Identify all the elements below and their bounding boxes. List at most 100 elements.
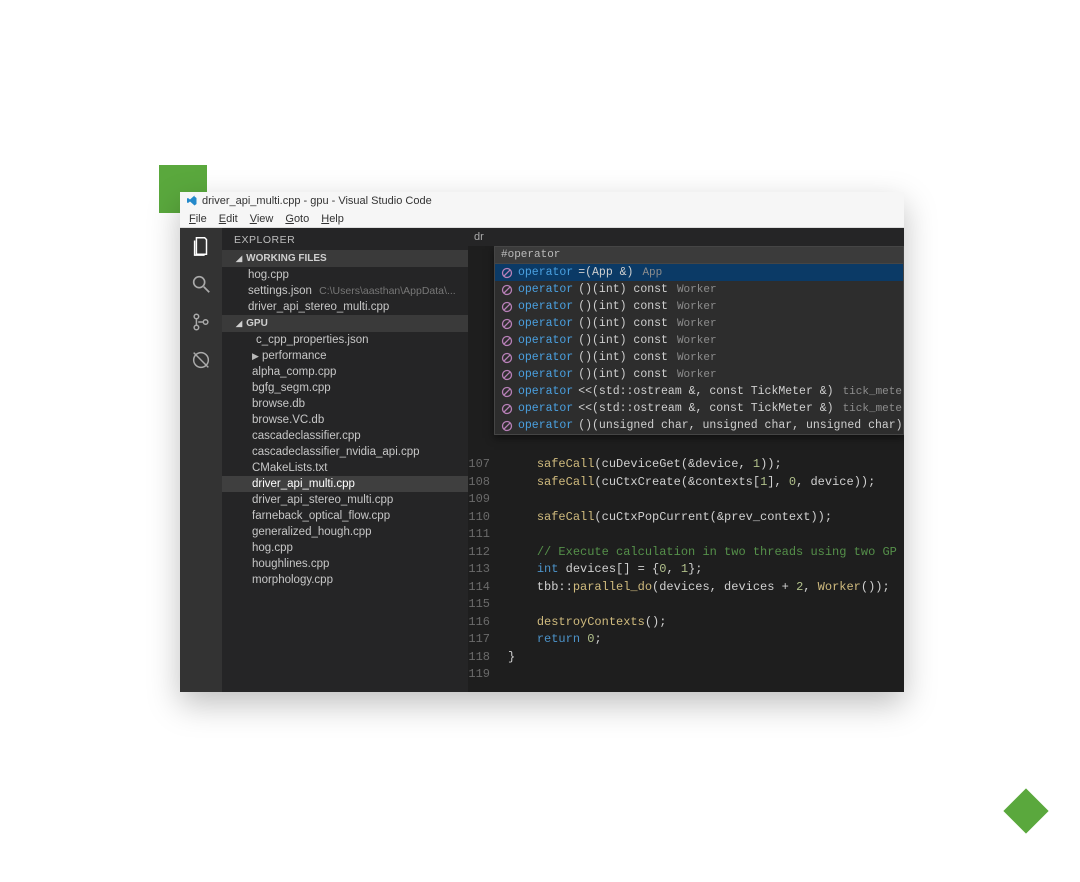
line-number: 109	[468, 491, 490, 509]
code-area[interactable]: 107108109110111112113114115116117118119 …	[468, 246, 904, 692]
symbol-icon	[501, 318, 513, 330]
file-item[interactable]: hog.cpp	[222, 540, 468, 556]
symbol-icon	[501, 386, 513, 398]
line-number: 107	[468, 456, 490, 474]
code-line[interactable]: int devices[] = {0, 1};	[508, 561, 904, 579]
working-file-item[interactable]: hog.cpp	[222, 267, 468, 283]
symbol-source: Worker	[677, 301, 717, 313]
symbol-name: operator	[518, 368, 573, 381]
file-item[interactable]: driver_api_multi.cpp	[222, 476, 468, 492]
line-number: 117	[468, 631, 490, 649]
source-control-icon[interactable]	[189, 310, 213, 334]
chevron-down-icon: ◢	[236, 254, 242, 263]
symbol-icon	[501, 335, 513, 347]
menu-file[interactable]: File	[184, 213, 212, 225]
file-item[interactable]: morphology.cpp	[222, 572, 468, 588]
symbol-icon	[501, 403, 513, 415]
code-line[interactable]: safeCall(cuCtxCreate(&contexts[1], 0, de…	[508, 474, 904, 492]
intellisense-item[interactable]: operator()(int) constWorker	[495, 298, 903, 315]
file-item[interactable]: browse.VC.db	[222, 412, 468, 428]
file-item[interactable]: cascadeclassifier.cpp	[222, 428, 468, 444]
code-line[interactable]	[508, 666, 904, 684]
menu-edit[interactable]: Edit	[214, 213, 243, 225]
intellisense-item[interactable]: operator <<(std::ostream &, const TickMet…	[495, 383, 903, 400]
menu-view[interactable]: View	[245, 213, 279, 225]
file-item[interactable]: CMakeLists.txt	[222, 460, 468, 476]
file-item[interactable]: c_cpp_properties.json	[222, 332, 468, 348]
intellisense-list: operator=(App &)App operator ()(int) const…	[495, 264, 903, 434]
symbol-source: Worker	[677, 335, 717, 347]
intellisense-item[interactable]: operator()(int) constWorker	[495, 315, 903, 332]
chevron-down-icon: ◢	[236, 319, 242, 328]
file-item[interactable]: houghlines.cpp	[222, 556, 468, 572]
symbol-name: operator	[518, 385, 573, 398]
line-number: 114	[468, 579, 490, 597]
file-item[interactable]: generalized_hough.cpp	[222, 524, 468, 540]
intellisense-item[interactable]: operator()(int) constWorker	[495, 332, 903, 349]
code-line[interactable]	[508, 491, 904, 509]
symbol-icon	[501, 352, 513, 364]
search-icon[interactable]	[189, 272, 213, 296]
symbol-name: operator	[518, 300, 573, 313]
file-item[interactable]: alpha_comp.cpp	[222, 364, 468, 380]
folder-header[interactable]: ◢ GPU	[222, 315, 468, 332]
intellisense-item[interactable]: operator<<(std::ostream &, const TickMet…	[495, 400, 903, 417]
menu-goto[interactable]: Goto	[280, 213, 314, 225]
file-item[interactable]: bgfg_segm.cpp	[222, 380, 468, 396]
symbol-signature: ()(int) const	[578, 283, 668, 296]
symbol-signature: <<(std::ostream &, const TickMeter &)	[578, 385, 833, 398]
line-number: 108	[468, 474, 490, 492]
explorer-icon[interactable]	[189, 234, 213, 258]
line-number: 116	[468, 614, 490, 632]
debug-icon[interactable]	[189, 348, 213, 372]
code-line[interactable]	[508, 596, 904, 614]
editor-tabbar[interactable]: dr	[468, 228, 904, 246]
code-line[interactable]	[508, 526, 904, 544]
folder-label: GPU	[246, 318, 268, 329]
intellisense-item[interactable]: operator=(App &)App	[495, 264, 903, 281]
line-number: 110	[468, 509, 490, 527]
working-file-item[interactable]: driver_api_stereo_multi.cpp	[222, 299, 468, 315]
symbol-name: operator	[518, 351, 573, 364]
symbol-source: App	[642, 267, 662, 279]
file-item[interactable]: farneback_optical_flow.cpp	[222, 508, 468, 524]
intellisense-item[interactable]: operator()(int) constWorker	[495, 349, 903, 366]
symbol-source: Worker	[677, 318, 717, 330]
symbol-signature: ()(int) const	[578, 317, 668, 330]
menu-help[interactable]: Help	[316, 213, 349, 225]
titlebar: driver_api_multi.cpp - gpu - Visual Stud…	[180, 192, 904, 210]
menubar[interactable]: File Edit View Goto Help	[180, 210, 904, 228]
intellisense-item[interactable]: operator()(unsigned char, unsigned char,…	[495, 417, 903, 434]
intellisense-popup[interactable]: #operator operator=(App &)Appoperator()(…	[494, 246, 904, 435]
symbol-icon	[501, 267, 513, 279]
symbol-icon	[501, 301, 513, 313]
working-file-item[interactable]: settings.json C:\Users\aasthan\AppData\.…	[222, 283, 468, 299]
file-item[interactable]: driver_api_stereo_multi.cpp	[222, 492, 468, 508]
tab-label[interactable]: dr	[474, 231, 484, 243]
line-number: 115	[468, 596, 490, 614]
code-line[interactable]: return 0;	[508, 631, 904, 649]
code-line[interactable]: }	[508, 649, 904, 667]
code-line[interactable]: destroyContexts();	[508, 614, 904, 632]
intellisense-search[interactable]: #operator	[495, 247, 903, 264]
symbol-icon	[501, 369, 513, 381]
folder-item[interactable]: ▶performance	[222, 348, 468, 364]
window-title: driver_api_multi.cpp - gpu - Visual Stud…	[202, 195, 432, 207]
intellisense-item[interactable]: operator ()(int) const Worker	[495, 281, 903, 298]
intellisense-item[interactable]: operator ()(int) const Worker	[495, 366, 903, 383]
file-item[interactable]: cascadeclassifier_nvidia_api.cpp	[222, 444, 468, 460]
working-files-header[interactable]: ◢ WORKING FILES	[222, 250, 468, 267]
symbol-signature: ()(int) const	[578, 334, 668, 347]
symbol-name: operator	[518, 283, 573, 296]
editor: dr 1071081091101111121131141151161171181…	[468, 228, 904, 692]
folder-file-list: c_cpp_properties.json▶performancealpha_c…	[222, 332, 468, 588]
symbol-source: Worker	[677, 284, 717, 296]
code-line[interactable]: // Execute calculation in two threads us…	[508, 544, 904, 562]
code-line[interactable]: safeCall(cuDeviceGet(&device, 1));	[508, 456, 904, 474]
code-line[interactable]: safeCall(cuCtxPopCurrent(&prev_context))…	[508, 509, 904, 527]
symbol-source: Worker	[677, 369, 717, 381]
line-number: 111	[468, 526, 490, 544]
symbol-signature: ()(int) const	[578, 368, 668, 381]
file-item[interactable]: browse.db	[222, 396, 468, 412]
code-line[interactable]: tbb::parallel_do(devices, devices + 2, W…	[508, 579, 904, 597]
